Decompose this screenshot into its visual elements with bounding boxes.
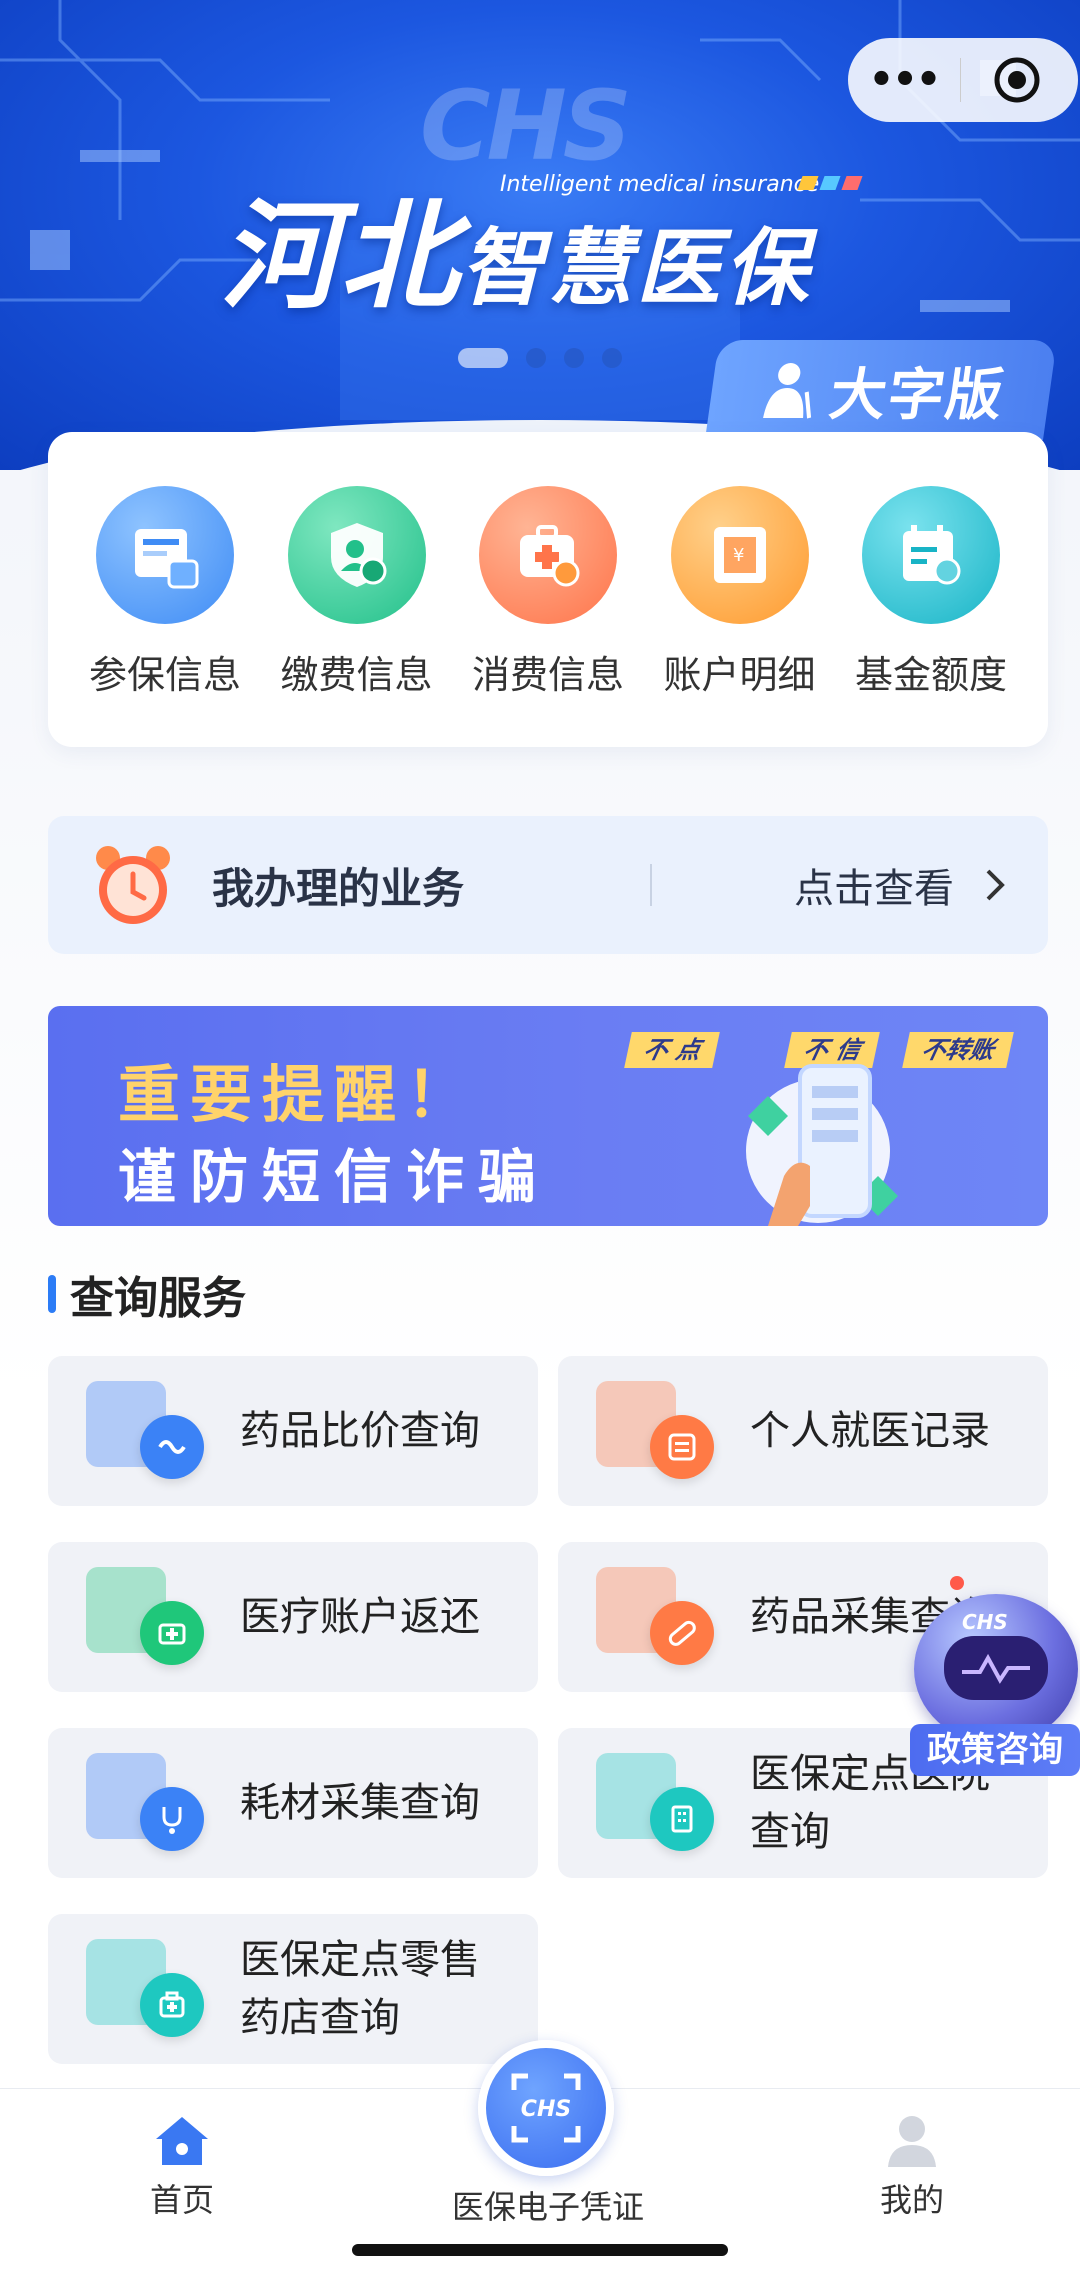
quick-action-account-detail[interactable]: ¥ 账户明细	[645, 486, 835, 747]
robot-visor	[944, 1636, 1048, 1700]
user-icon	[888, 2116, 936, 2167]
policy-consult-label: 政策咨询	[910, 1724, 1080, 1776]
receipt-icon: ¥	[670, 486, 809, 624]
medical-record-icon	[596, 1381, 716, 1481]
service-label: 医保定点零售药店查询	[240, 1937, 480, 2041]
carousel-dot[interactable]	[564, 348, 584, 368]
reminder-text: 谨防短信诈骗	[118, 1143, 551, 1211]
service-label: 医疗账户返还	[240, 1594, 480, 1640]
quick-action-payment-info[interactable]: 缴费信息	[262, 486, 452, 747]
robot-logo: CHS	[962, 1610, 1008, 1634]
carousel-dot[interactable]	[602, 348, 622, 368]
quick-action-label: 参保信息	[88, 653, 241, 697]
query-service-grid: 药品比价查询 个人就医记录 医疗账户返还 药品采集查询 耗材采集查询 医保定点医…	[48, 1356, 1048, 2064]
my-business-title: 我办理的业务	[212, 863, 465, 913]
policy-consult-floating-button[interactable]: CHS 政策咨询	[910, 1576, 1080, 1786]
service-drug-price-compare[interactable]: 药品比价查询	[48, 1356, 538, 1506]
chevron-right-icon	[986, 869, 1005, 901]
service-label: 耗材采集查询	[240, 1780, 480, 1826]
quick-action-label: 缴费信息	[280, 653, 433, 697]
quick-action-consumption-info[interactable]: 消费信息	[453, 486, 643, 747]
carousel-indicator	[458, 348, 622, 368]
alarm-clock-icon	[96, 846, 170, 924]
tab-mine-label: 我的	[879, 2181, 944, 2219]
tab-home[interactable]: 首页	[82, 2113, 282, 2221]
query-section-title: 查询服务	[70, 1273, 246, 1324]
banner-title-sub: 智慧医保	[460, 219, 813, 317]
tab-mine[interactable]: 我的	[812, 2113, 1012, 2221]
business-divider	[650, 864, 652, 906]
my-business-bar[interactable]: 我办理的业务 点击查看	[48, 816, 1048, 954]
miniprogram-capsule: •••	[848, 38, 1078, 122]
elderly-icon	[763, 363, 812, 419]
banner-title-main: 河北	[220, 187, 461, 325]
quick-action-label: 账户明细	[663, 653, 816, 697]
shield-user-icon	[287, 486, 426, 624]
stethoscope-icon	[86, 1753, 206, 1853]
qr-scan-icon: CHS	[511, 2073, 581, 2143]
service-label: 药品比价查询	[240, 1408, 480, 1454]
service-medical-account-return[interactable]: 医疗账户返还	[48, 1542, 538, 1692]
reminder-headline: 重要提醒！	[118, 1058, 479, 1131]
query-section-header: 查询服务	[48, 1262, 246, 1326]
medical-kit-icon	[479, 486, 617, 624]
large-font-mode-button[interactable]: 大字版	[704, 340, 1058, 440]
insurance-card-icon	[96, 486, 234, 624]
center-logo-text: CHS	[521, 2097, 571, 2122]
fraud-reminder-banner[interactable]: 重要提醒！ 谨防短信诈骗 不 点 不 信 不转账	[48, 1006, 1048, 1226]
pill-icon	[596, 1567, 716, 1667]
quick-action-label: 基金额度	[854, 653, 1007, 697]
service-consumables-query[interactable]: 耗材采集查询	[48, 1728, 538, 1878]
target-close-icon	[994, 57, 1040, 103]
large-font-label: 大字版	[825, 362, 1009, 428]
account-return-icon	[86, 1567, 206, 1667]
quick-action-label: 消费信息	[471, 653, 624, 697]
service-personal-medical-record[interactable]: 个人就医记录	[558, 1356, 1048, 1506]
calendar-chart-icon	[862, 486, 1000, 624]
close-miniprogram-button[interactable]	[961, 55, 1073, 105]
more-options-icon[interactable]: •••	[848, 38, 960, 122]
quick-action-insurance-info[interactable]: 参保信息	[70, 486, 260, 747]
hospital-icon	[596, 1753, 716, 1853]
view-business-link[interactable]: 点击查看	[794, 856, 954, 914]
banner-title: 河北智慧医保	[220, 160, 812, 331]
carousel-dot[interactable]	[458, 348, 508, 368]
home-indicator	[352, 2244, 728, 2256]
service-label: 个人就医记录	[750, 1408, 990, 1454]
section-accent-bar	[48, 1275, 56, 1313]
service-designated-pharmacy-query[interactable]: 医保定点零售药店查询	[48, 1914, 538, 2064]
quick-action-fund-quota[interactable]: 基金额度	[836, 486, 1026, 747]
phone-hand-icon	[746, 1064, 898, 1226]
app-page: CHS Intelligent medical insurance 河北智慧医保…	[0, 0, 1080, 2276]
carousel-dot[interactable]	[526, 348, 546, 368]
home-icon	[156, 2117, 208, 2165]
notification-dot	[950, 1576, 964, 1590]
quick-actions-card: 参保信息 缴费信息 消费信息 ¥ 账户明细 基金额度	[48, 432, 1048, 747]
medical-e-voucher-button[interactable]: CHS	[478, 2040, 614, 2176]
tab-home-label: 首页	[149, 2181, 214, 2219]
medical-e-voucher-label: 医保电子凭证	[451, 2188, 644, 2226]
drug-compare-icon	[86, 1381, 206, 1481]
svg-text:¥: ¥	[733, 545, 744, 566]
pharmacy-icon	[86, 1939, 206, 2039]
